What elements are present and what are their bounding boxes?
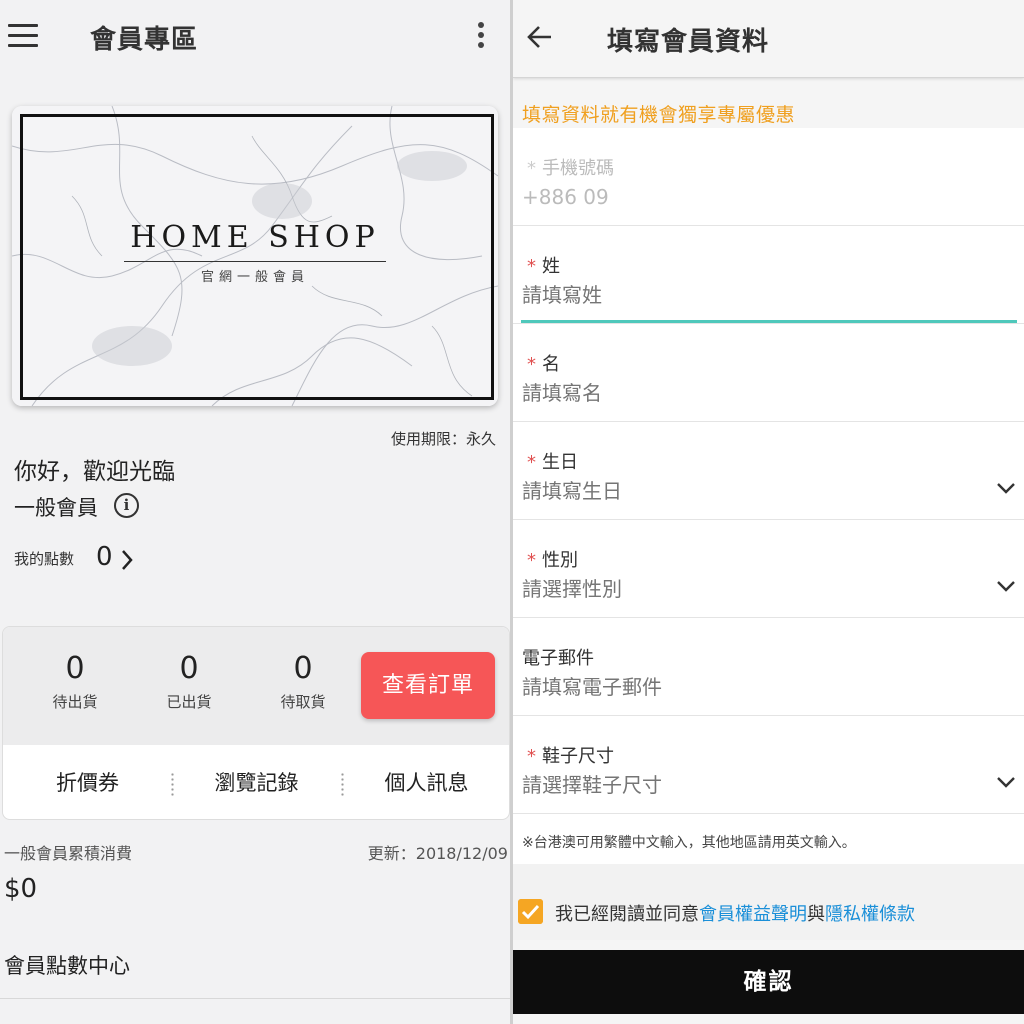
orders-card: 0 待出貨 0 已出貨 0 待取貨 查看訂單 折價券 瀏覽記錄 個人訊息 <box>2 626 510 820</box>
stat-label: 待取貨 <box>280 693 326 711</box>
required-mark: * <box>527 256 536 277</box>
field-label: * 手機號碼 <box>522 154 614 180</box>
stat-shipped[interactable]: 0 已出貨 <box>139 651 239 712</box>
field-label-text: 手機號碼 <box>542 158 614 179</box>
page-title: 填寫會員資料 <box>607 27 770 57</box>
required-mark: * <box>527 354 536 375</box>
card-frame <box>20 114 494 400</box>
validity-text: 使用期限：永久 <box>390 430 496 448</box>
privacy-policy-link[interactable]: 隱私權條款 <box>825 904 915 925</box>
shoe-size-field[interactable]: * 鞋子尺寸 <box>513 716 1024 814</box>
messages-link[interactable]: 個人訊息 <box>342 745 509 819</box>
stat-count: 0 <box>179 651 199 686</box>
spending-value: $0 <box>4 874 38 904</box>
divider <box>0 998 510 999</box>
promo-text: 填寫資料就有機會獨享專屬優惠 <box>522 104 796 126</box>
points-label: 我的點數 <box>14 550 75 568</box>
chevron-down-icon[interactable] <box>996 576 1016 596</box>
greeting: 你好，歡迎光臨 <box>14 459 175 485</box>
card-subtitle: 官網一般會員 <box>200 270 309 285</box>
first-name-field: * 名 <box>513 324 1024 422</box>
stat-pending-pickup[interactable]: 0 待取貨 <box>253 651 353 712</box>
info-icon[interactable]: i <box>114 493 139 518</box>
gender-field[interactable]: * 性別 <box>513 520 1024 618</box>
required-mark: * <box>527 158 536 179</box>
stat-pending-shipment[interactable]: 0 待出貨 <box>25 651 125 712</box>
points-value[interactable]: 0 <box>96 542 113 572</box>
point-center-link[interactable]: 會員點數中心 <box>4 950 130 980</box>
chevron-down-icon[interactable] <box>996 772 1016 792</box>
field-label: * 姓 <box>522 252 560 278</box>
field-label: * 名 <box>522 350 560 376</box>
required-mark: * <box>527 550 536 571</box>
member-form: *手機號碼 *姓 *名 *生日 *性別 電子郵件 <box>513 128 1024 864</box>
agreement-conjunction: 與 <box>807 904 825 925</box>
app-bar: 會員專區 <box>0 0 510 76</box>
last-name-input[interactable] <box>522 280 992 310</box>
member-tier: 一般會員 <box>14 496 98 520</box>
phone-field: * 手機號碼 <box>513 128 1024 226</box>
browsing-history-link[interactable]: 瀏覽記錄 <box>172 745 341 819</box>
stat-count: 0 <box>293 651 313 686</box>
chevron-right-icon[interactable] <box>120 548 134 572</box>
last-name-field: * 姓 <box>513 226 1024 324</box>
coupons-link[interactable]: 折價券 <box>3 745 172 819</box>
field-label: * 生日 <box>522 448 578 474</box>
brand-divider <box>124 261 386 262</box>
email-field: 電子郵件 <box>513 618 1024 716</box>
field-label-text: 姓 <box>542 256 560 277</box>
stat-label: 待出貨 <box>52 693 98 711</box>
agreement-text: 我已經閱讀並同意會員權益聲明與隱私權條款 <box>555 900 915 926</box>
page-title: 會員專區 <box>90 25 199 55</box>
more-vert-icon[interactable] <box>474 22 488 52</box>
field-label-text: 生日 <box>542 452 578 473</box>
input-note: ※台港澳可用繁體中文輸入，其他地區請用英文輸入。 <box>522 835 856 851</box>
field-label: 電子郵件 <box>522 644 594 670</box>
member-area-panel: 會員專區 HOME SHOP 官網一般會員 使用期限：永久 你好，歡迎光臨 一般… <box>0 0 510 1024</box>
required-mark: * <box>527 452 536 473</box>
back-arrow-icon[interactable] <box>525 22 555 52</box>
field-label-text: 名 <box>542 354 560 375</box>
field-label-text: 鞋子尺寸 <box>542 746 614 767</box>
chevron-down-icon[interactable] <box>996 478 1016 498</box>
spending-label: 一般會員累積消費 <box>4 844 133 863</box>
field-label-text: 性別 <box>542 550 578 571</box>
member-rights-link[interactable]: 會員權益聲明 <box>699 904 807 925</box>
email-input[interactable] <box>522 672 992 702</box>
confirm-button[interactable]: 確認 <box>513 950 1024 1014</box>
gender-select[interactable] <box>522 574 992 604</box>
check-icon[interactable] <box>518 899 543 924</box>
birthday-field[interactable]: * 生日 <box>513 422 1024 520</box>
membership-card[interactable]: HOME SHOP 官網一般會員 <box>12 106 498 406</box>
app-bar: 填寫會員資料 <box>513 0 1024 78</box>
field-label: * 鞋子尺寸 <box>522 742 614 768</box>
required-mark: * <box>527 746 536 767</box>
shoe-size-select[interactable] <box>522 770 992 800</box>
spending-updated: 更新：2018/12/09 <box>367 844 508 863</box>
stat-count: 0 <box>65 651 85 686</box>
member-info-form-panel: 填寫會員資料 填寫資料就有機會獨享專屬優惠 *手機號碼 *姓 *名 *生日 *性… <box>513 0 1024 1024</box>
phone-input <box>522 182 992 212</box>
brand-name: HOME SHOP <box>130 220 380 255</box>
first-name-input[interactable] <box>522 378 992 408</box>
field-label: * 性別 <box>522 546 578 572</box>
birthday-input[interactable] <box>522 476 992 506</box>
orders-stats: 0 待出貨 0 已出貨 0 待取貨 查看訂單 <box>3 627 509 745</box>
stat-label: 已出貨 <box>166 693 212 711</box>
view-orders-button[interactable]: 查看訂單 <box>361 652 495 719</box>
agreement-prefix: 我已經閱讀並同意 <box>555 904 699 925</box>
menu-icon[interactable] <box>8 24 38 48</box>
field-label-text: 電子郵件 <box>522 648 594 669</box>
input-focus-underline <box>521 320 1017 323</box>
